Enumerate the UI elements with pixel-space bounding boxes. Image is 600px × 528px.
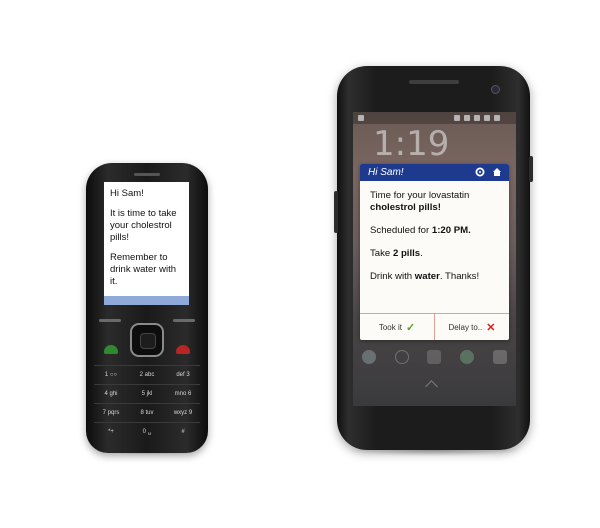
notification-title: Hi Sam! xyxy=(368,167,404,178)
key-0[interactable]: 0 ␣ xyxy=(130,423,164,441)
front-camera-icon xyxy=(491,85,500,94)
signal-icon xyxy=(484,115,490,121)
delay-button[interactable]: Delay to.. ✕ xyxy=(434,314,509,340)
keypad-row: 4 ghi 5 jkl mno 6 xyxy=(94,384,200,403)
sms-reminder: It is time to take your cholestrol pills… xyxy=(110,208,177,243)
took-it-label: Took it xyxy=(378,322,402,332)
key-5[interactable]: 5 jkl xyxy=(130,385,164,403)
notification-actions: Took it ✓ Delay to.. ✕ xyxy=(360,313,509,340)
lock-dock xyxy=(353,344,516,370)
medication-line: Time for your lovastatin cholestrol pills… xyxy=(370,190,505,214)
bluetooth-icon xyxy=(454,115,460,121)
phone-icon[interactable] xyxy=(362,350,377,364)
left-softkey[interactable] xyxy=(99,319,121,322)
smartphone: 1:19 Hi Sam! Time for your lovastatin cho… xyxy=(334,66,533,450)
sms-greeting: Hi Sam! xyxy=(110,188,144,199)
keypad: 1 ○○ 2 abc def 3 4 ghi 5 jkl mno 6 7 pqr… xyxy=(94,365,200,441)
key-9[interactable]: wxyz 9 xyxy=(166,404,200,422)
keypad-row: *+ 0 ␣ # xyxy=(94,422,200,441)
alarm-icon xyxy=(464,115,470,121)
end-call-button-icon[interactable] xyxy=(176,345,190,354)
took-it-button[interactable]: Took it ✓ xyxy=(360,314,434,340)
water-line: Drink with water. Thanks! xyxy=(370,271,505,283)
chevron-up-icon xyxy=(425,380,438,393)
gear-icon[interactable] xyxy=(475,167,485,177)
camera-icon[interactable] xyxy=(492,350,507,364)
notification-icon xyxy=(358,115,364,121)
home-icon[interactable] xyxy=(492,167,502,177)
status-bar xyxy=(353,112,516,124)
dose-amount: 2 pills xyxy=(392,248,421,259)
lock-clock: 1:19 xyxy=(373,124,450,164)
dose-text: Take xyxy=(370,248,393,259)
volume-button[interactable] xyxy=(334,191,338,233)
keypad-row: 1 ○○ 2 abc def 3 xyxy=(94,365,200,384)
power-button[interactable] xyxy=(529,156,533,182)
water-text: Drink with xyxy=(370,271,415,282)
app-icon[interactable] xyxy=(460,350,475,364)
dpad[interactable] xyxy=(130,323,164,357)
schedule-text: Scheduled for xyxy=(370,225,432,236)
medication-name: cholestrol pills! xyxy=(370,202,441,213)
dose-period: . xyxy=(420,248,423,259)
check-icon: ✓ xyxy=(405,321,416,334)
lock-icon xyxy=(427,350,442,364)
medication-text: Time for your lovastatin xyxy=(370,190,470,201)
feature-phone: Hi Sam! It is time to take your cholestr… xyxy=(86,163,208,453)
key-6[interactable]: mno 6 xyxy=(166,385,200,403)
right-softkey[interactable] xyxy=(173,319,195,322)
dpad-center-button[interactable] xyxy=(140,333,156,349)
earpiece xyxy=(134,173,160,176)
sms-message: Hi Sam! It is time to take your cholestr… xyxy=(110,188,186,296)
keypad-row: 7 pqrs 8 tuv wxyz 9 xyxy=(94,403,200,422)
dose-line: Take 2 pills. xyxy=(370,248,505,260)
key-hash[interactable]: # xyxy=(166,423,200,441)
cross-icon: ✕ xyxy=(486,321,496,334)
call-button-icon[interactable] xyxy=(104,345,118,354)
key-star[interactable]: *+ xyxy=(94,423,128,441)
schedule-line: Scheduled for 1:20 PM. xyxy=(370,225,505,237)
delay-label: Delay to.. xyxy=(448,322,483,332)
key-8[interactable]: 8 tuv xyxy=(130,404,164,422)
wifi-icon xyxy=(474,115,480,121)
key-7[interactable]: 7 pqrs xyxy=(94,404,128,422)
key-1[interactable]: 1 ○○ xyxy=(94,366,128,384)
key-2[interactable]: 2 abc xyxy=(130,366,164,384)
notification-header: Hi Sam! xyxy=(360,164,509,181)
earpiece xyxy=(409,80,459,84)
unlock-ring-icon[interactable] xyxy=(394,350,409,364)
reminder-notification: Hi Sam! Time for your lovastatin cholestr… xyxy=(360,164,509,340)
notification-body: Time for your lovastatin cholestrol pills… xyxy=(370,190,505,294)
key-4[interactable]: 4 ghi xyxy=(94,385,128,403)
sms-water-note: Remember to drink water with it. xyxy=(110,252,176,287)
schedule-time: 1:20 PM. xyxy=(431,225,471,236)
sms-softkey-bar[interactable] xyxy=(104,296,189,305)
key-3[interactable]: def 3 xyxy=(166,366,200,384)
sms-screen: Hi Sam! It is time to take your cholestr… xyxy=(104,182,189,305)
thanks-text: . Thanks! xyxy=(439,271,480,282)
water-word: water xyxy=(414,271,440,282)
lock-screen: 1:19 Hi Sam! Time for your lovastatin cho… xyxy=(353,112,516,406)
battery-icon xyxy=(494,115,500,121)
